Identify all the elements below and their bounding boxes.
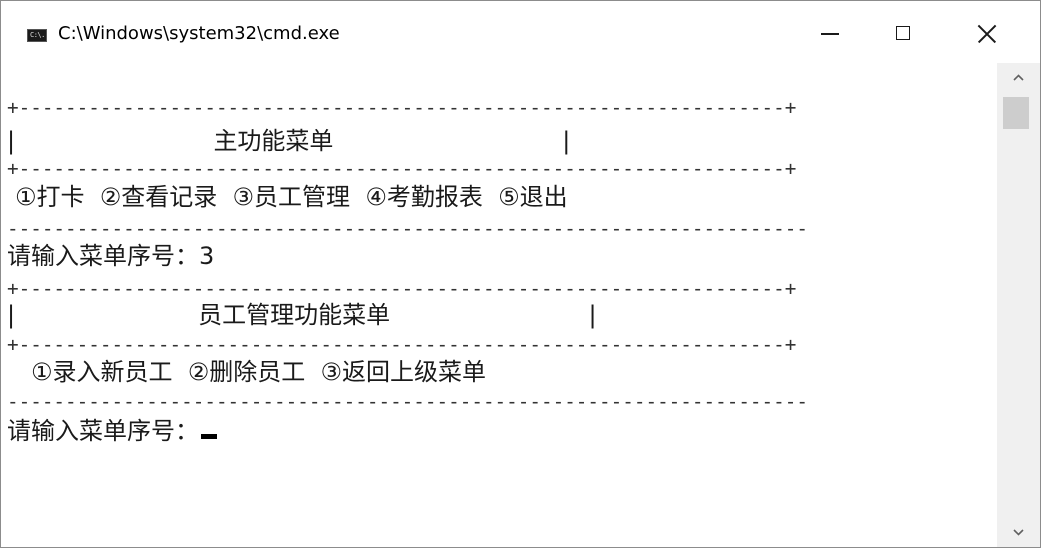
window-title: C:\Windows\system32\cmd.exe — [58, 23, 340, 44]
cmd-window: C:\. C:\Windows\system32\cmd.exe +------… — [0, 0, 1041, 548]
main-menu-prompt: 请输入菜单序号：3 — [7, 242, 215, 270]
cmd-app-icon[interactable]: C:\. — [27, 29, 47, 42]
staff-menu-bottom-rule: ----------------------------------------… — [7, 390, 808, 413]
scroll-thumb[interactable] — [1003, 97, 1029, 129]
staff-menu-options: ①录入新员工 ②删除员工 ③返回上级菜单 — [31, 358, 487, 386]
main-menu-bottom-rule: ----------------------------------------… — [7, 217, 808, 240]
maximize-button[interactable] — [881, 11, 925, 55]
title-bar[interactable]: C:\. C:\Windows\system32\cmd.exe — [1, 1, 1040, 63]
scroll-up-button[interactable] — [997, 63, 1040, 93]
vertical-scrollbar[interactable] — [997, 63, 1040, 547]
staff-menu-title: | 员工管理功能菜单 | — [7, 301, 597, 329]
staff-menu-top-border: +---------------------------------------… — [7, 277, 797, 300]
staff-menu-mid-border: +---------------------------------------… — [7, 333, 797, 356]
main-menu-top-border: +---------------------------------------… — [7, 96, 797, 119]
main-menu-options: ①打卡 ②查看记录 ③员工管理 ④考勤报表 ⑤退出 — [15, 183, 568, 211]
main-menu-mid-border: +---------------------------------------… — [7, 157, 797, 180]
text-cursor — [201, 434, 217, 439]
chevron-down-icon — [1013, 529, 1024, 536]
close-button[interactable] — [965, 11, 1009, 55]
input-prompt: 请输入菜单序号： — [7, 417, 199, 445]
minimize-button[interactable] — [807, 11, 851, 55]
input-prompt-line[interactable]: 请输入菜单序号： — [7, 419, 217, 443]
console-output[interactable]: +---------------------------------------… — [1, 63, 997, 547]
main-menu-title: | 主功能菜单 | — [7, 127, 571, 155]
app-icon-glyph: C:\. — [30, 31, 45, 39]
chevron-up-icon — [1013, 74, 1024, 81]
scroll-down-button[interactable] — [997, 517, 1040, 547]
